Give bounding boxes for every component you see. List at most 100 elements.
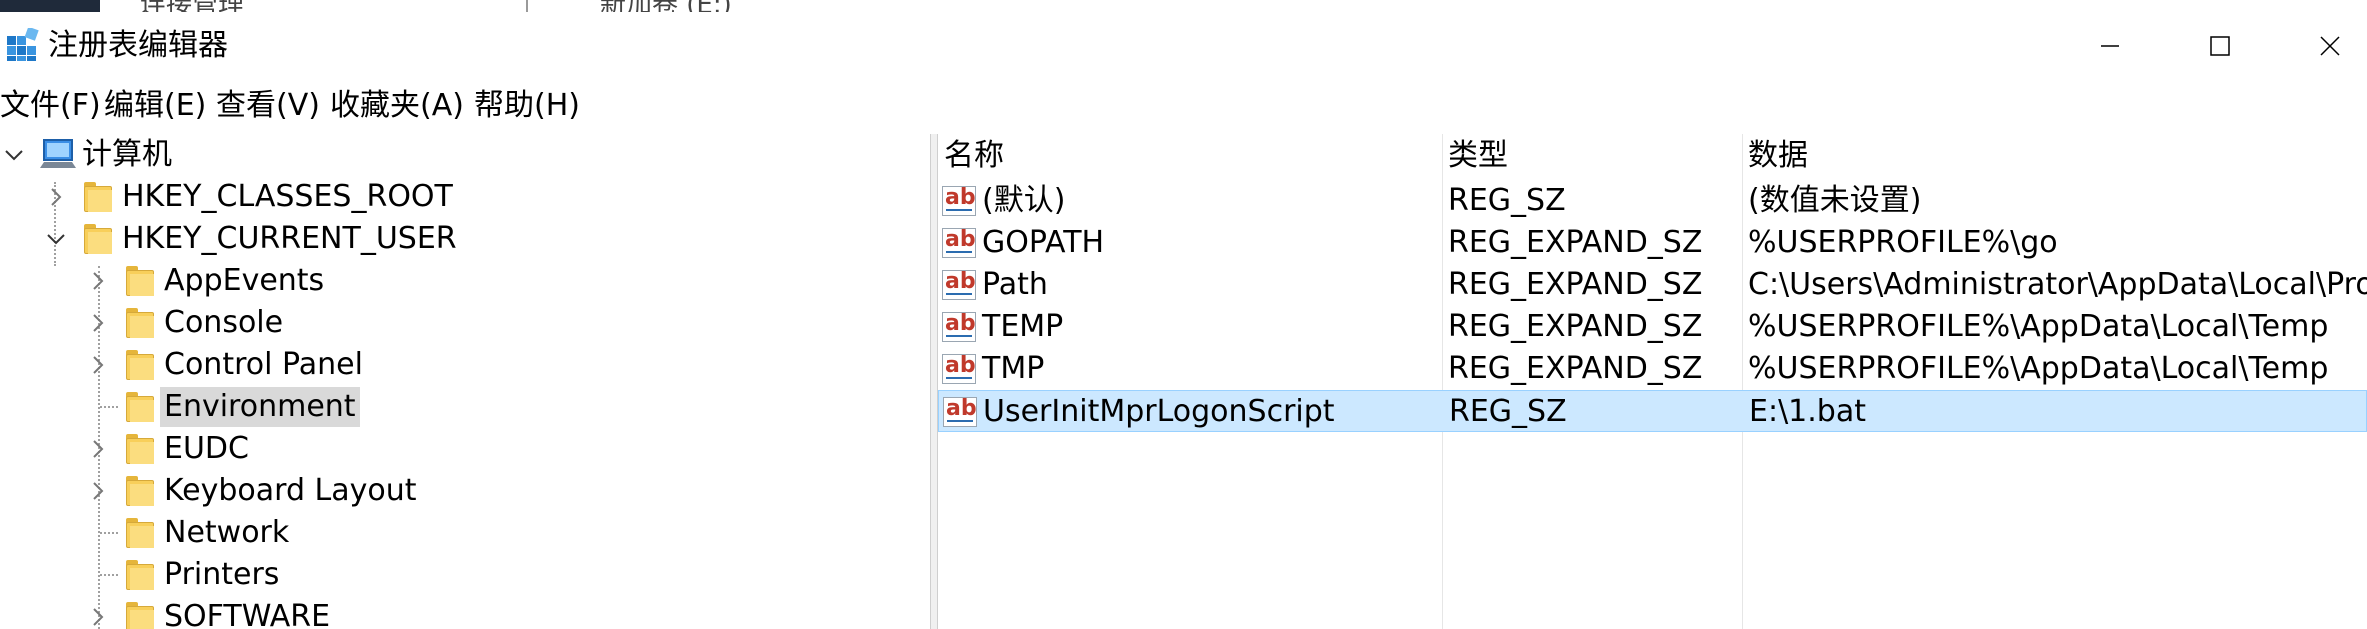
value-row-temp[interactable]: ab TEMP REG_EXPAND_SZ %USERPROFILE%\AppD… <box>938 306 2367 348</box>
folder-icon <box>126 350 154 380</box>
column-header-type[interactable]: 类型 <box>1442 134 1742 178</box>
tree-item-label: SOFTWARE <box>164 599 331 629</box>
chevron-right-icon[interactable] <box>86 437 110 461</box>
value-data: (数值未设置) <box>1748 183 1922 218</box>
pane-splitter[interactable] <box>930 134 938 629</box>
folder-icon <box>126 392 154 422</box>
tree-item-environment[interactable]: Environment <box>0 386 930 428</box>
value-data: E:\1.bat <box>1749 394 1866 429</box>
menu-help[interactable]: 帮助(H) <box>474 86 580 126</box>
value-data: %USERPROFILE%\AppData\Local\Temp <box>1748 309 2329 344</box>
chevron-right-icon[interactable] <box>86 479 110 503</box>
title-bar[interactable] <box>0 12 2367 80</box>
tree-item-label: HKEY_CURRENT_USER <box>122 221 457 256</box>
values-list-pane[interactable]: 名称 类型 数据 ab (默认) REG_SZ (数值未设置) ab GOPAT… <box>938 134 2367 629</box>
tree-item-eudc[interactable]: EUDC <box>0 428 930 470</box>
string-value-icon: ab <box>942 185 976 216</box>
maximize-button[interactable] <box>2170 12 2270 80</box>
menu-view[interactable]: 查看(V) <box>216 86 320 126</box>
chevron-right-icon[interactable] <box>44 185 68 209</box>
value-name: TMP <box>982 351 1045 386</box>
window-title: 注册表编辑器 <box>48 28 228 63</box>
tree-item-console[interactable]: Console <box>0 302 930 344</box>
tree-item-hkey-classes-root[interactable]: HKEY_CLASSES_ROOT <box>0 176 930 218</box>
key-tree-pane[interactable]: 计算机 HKEY_CLASSES_ROOT HKEY_CURRENT_USER … <box>0 134 930 629</box>
menu-file[interactable]: 文件(F) <box>0 86 101 126</box>
value-type: REG_EXPAND_SZ <box>1448 267 1703 302</box>
tree-item-network[interactable]: Network <box>0 512 930 554</box>
value-data: %USERPROFILE%\AppData\Local\Temp <box>1748 351 2329 386</box>
minimize-button[interactable] <box>2060 12 2160 80</box>
menu-favorites[interactable]: 收藏夹(A) <box>330 86 464 126</box>
string-value-icon: ab <box>943 396 977 427</box>
minimize-icon <box>2101 45 2119 47</box>
value-name: TEMP <box>982 309 1064 344</box>
value-row-userinitmprlogonscript[interactable]: ab UserInitMprLogonScript REG_SZ E:\1.ba… <box>938 390 2367 432</box>
column-header-data[interactable]: 数据 <box>1742 134 2367 178</box>
chevron-down-icon[interactable] <box>2 143 26 167</box>
string-value-icon: ab <box>942 311 976 342</box>
maximize-icon <box>2210 36 2230 56</box>
string-value-icon: ab <box>942 269 976 300</box>
chevron-right-icon[interactable] <box>86 311 110 335</box>
string-value-icon: ab <box>942 353 976 384</box>
tree-item-label: 计算机 <box>82 137 172 172</box>
tree-item-hkey-current-user[interactable]: HKEY_CURRENT_USER <box>0 218 930 260</box>
tree-item-label: AppEvents <box>164 263 325 298</box>
background-window-strip: 连接管理 新加卷 (E:) <box>0 0 2367 12</box>
tree-item-software[interactable]: SOFTWARE <box>0 596 930 629</box>
column-header-name[interactable]: 名称 <box>938 134 1442 178</box>
value-type: REG_SZ <box>1448 183 1566 218</box>
background-tab-label: 连接管理 <box>140 0 244 12</box>
menu-edit[interactable]: 编辑(E) <box>104 86 206 126</box>
value-type: REG_SZ <box>1449 394 1567 429</box>
folder-icon <box>126 476 154 506</box>
folder-icon <box>84 224 112 254</box>
tree-item-label: Control Panel <box>164 347 363 382</box>
tree-item-keyboard-layout[interactable]: Keyboard Layout <box>0 470 930 512</box>
tree-item-label: Printers <box>164 557 280 592</box>
value-name: (默认) <box>982 183 1066 218</box>
folder-icon <box>126 308 154 338</box>
background-tab-label-2: 新加卷 (E:) <box>600 0 732 12</box>
value-type: REG_EXPAND_SZ <box>1448 309 1703 344</box>
folder-icon <box>84 182 112 212</box>
value-row-gopath[interactable]: ab GOPATH REG_EXPAND_SZ %USERPROFILE%\go <box>938 222 2367 264</box>
regedit-icon <box>6 26 40 62</box>
folder-icon <box>126 266 154 296</box>
value-type: REG_EXPAND_SZ <box>1448 351 1703 386</box>
tree-item-control-panel[interactable]: Control Panel <box>0 344 930 386</box>
value-type: REG_EXPAND_SZ <box>1448 225 1703 260</box>
value-row-default[interactable]: ab (默认) REG_SZ (数值未设置) <box>938 180 2367 222</box>
value-data: C:\Users\Administrator\AppData\Local\Pro… <box>1748 267 2367 302</box>
close-icon <box>2320 36 2340 56</box>
folder-icon <box>126 434 154 464</box>
chevron-right-icon[interactable] <box>86 353 110 377</box>
chevron-right-icon[interactable] <box>86 605 110 629</box>
folder-icon <box>126 602 154 629</box>
background-separator <box>526 0 528 12</box>
value-data: %USERPROFILE%\go <box>1748 225 2058 260</box>
string-value-icon: ab <box>942 227 976 258</box>
close-button[interactable] <box>2280 12 2367 80</box>
tree-item-label: Console <box>164 305 284 340</box>
chevron-right-icon[interactable] <box>86 269 110 293</box>
tree-item-label: EUDC <box>164 431 249 466</box>
value-name: GOPATH <box>982 225 1105 260</box>
tree-item-computer[interactable]: 计算机 <box>0 134 930 176</box>
menu-bar: 文件(F) 编辑(E) 查看(V) 收藏夹(A) 帮助(H) <box>0 86 2367 126</box>
tree-item-label: Network <box>164 515 290 550</box>
folder-icon <box>126 518 154 548</box>
value-name: UserInitMprLogonScript <box>983 394 1335 429</box>
value-row-path[interactable]: ab Path REG_EXPAND_SZ C:\Users\Administr… <box>938 264 2367 306</box>
tree-item-label: HKEY_CLASSES_ROOT <box>122 179 453 214</box>
tree-item-appevents[interactable]: AppEvents <box>0 260 930 302</box>
folder-icon <box>126 560 154 590</box>
value-row-tmp[interactable]: ab TMP REG_EXPAND_SZ %USERPROFILE%\AppDa… <box>938 348 2367 390</box>
tree-item-label: Environment <box>160 387 360 427</box>
background-window-dark-area <box>0 0 100 12</box>
computer-icon <box>40 139 76 168</box>
chevron-down-icon[interactable] <box>44 227 68 251</box>
tree-item-printers[interactable]: Printers <box>0 554 930 596</box>
tree-item-label: Keyboard Layout <box>164 473 417 508</box>
